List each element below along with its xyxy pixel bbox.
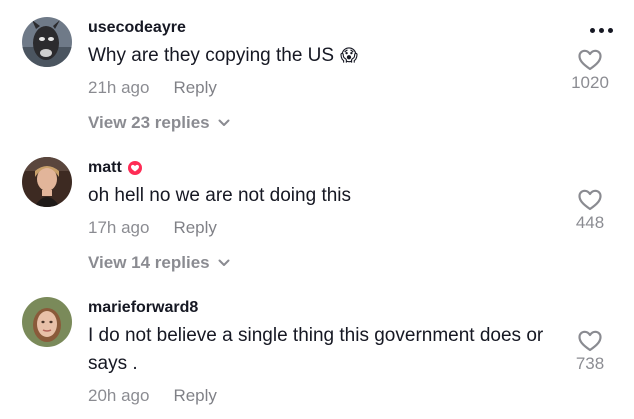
reply-button[interactable]: Reply (173, 386, 216, 406)
view-replies-label: View 14 replies (88, 253, 210, 272)
chevron-down-icon (218, 259, 230, 266)
like-control[interactable]: 448 (560, 189, 620, 233)
username[interactable]: marieforward8 (88, 299, 198, 317)
comment-text: oh hell no we are not doing this (88, 185, 352, 206)
like-count: 738 (575, 354, 605, 373)
avatar-image-icon (22, 157, 72, 207)
reply-button[interactable]: Reply (173, 78, 216, 98)
username[interactable]: usecodeayre (88, 19, 186, 37)
view-replies-label: View 23 replies (88, 113, 210, 132)
view-replies-button[interactable]: View 23 replies (88, 113, 230, 133)
timestamp: 17h ago (88, 218, 150, 237)
chevron-down-icon (218, 119, 230, 126)
reply-button[interactable]: Reply (173, 218, 216, 238)
heart-outline-icon[interactable] (578, 330, 602, 352)
avatar[interactable] (22, 17, 72, 67)
like-control[interactable]: 1020 (560, 49, 620, 93)
comment-text: Why are they copying the US (88, 45, 335, 66)
avatar[interactable] (22, 157, 72, 207)
like-control[interactable]: 738 (560, 330, 620, 374)
avatar-image-icon (22, 297, 72, 347)
like-count: 1020 (571, 73, 609, 92)
dot (608, 28, 613, 33)
username[interactable]: matt (88, 159, 122, 177)
heart-outline-icon[interactable] (578, 49, 602, 71)
heart-badge-icon (127, 161, 142, 175)
more-options-icon[interactable] (590, 28, 613, 33)
comment-text: I do not believe a single thing this gov… (88, 325, 544, 374)
heart-outline-icon[interactable] (578, 189, 602, 211)
view-replies-button[interactable]: View 14 replies (88, 253, 230, 273)
avatar-image-icon (22, 17, 72, 67)
emoji-icon: 😱 (340, 46, 358, 65)
timestamp: 20h ago (88, 386, 150, 405)
avatar[interactable] (22, 297, 72, 347)
dot (590, 28, 595, 33)
dot (599, 28, 604, 33)
timestamp: 21h ago (88, 78, 150, 97)
like-count: 448 (575, 213, 605, 232)
